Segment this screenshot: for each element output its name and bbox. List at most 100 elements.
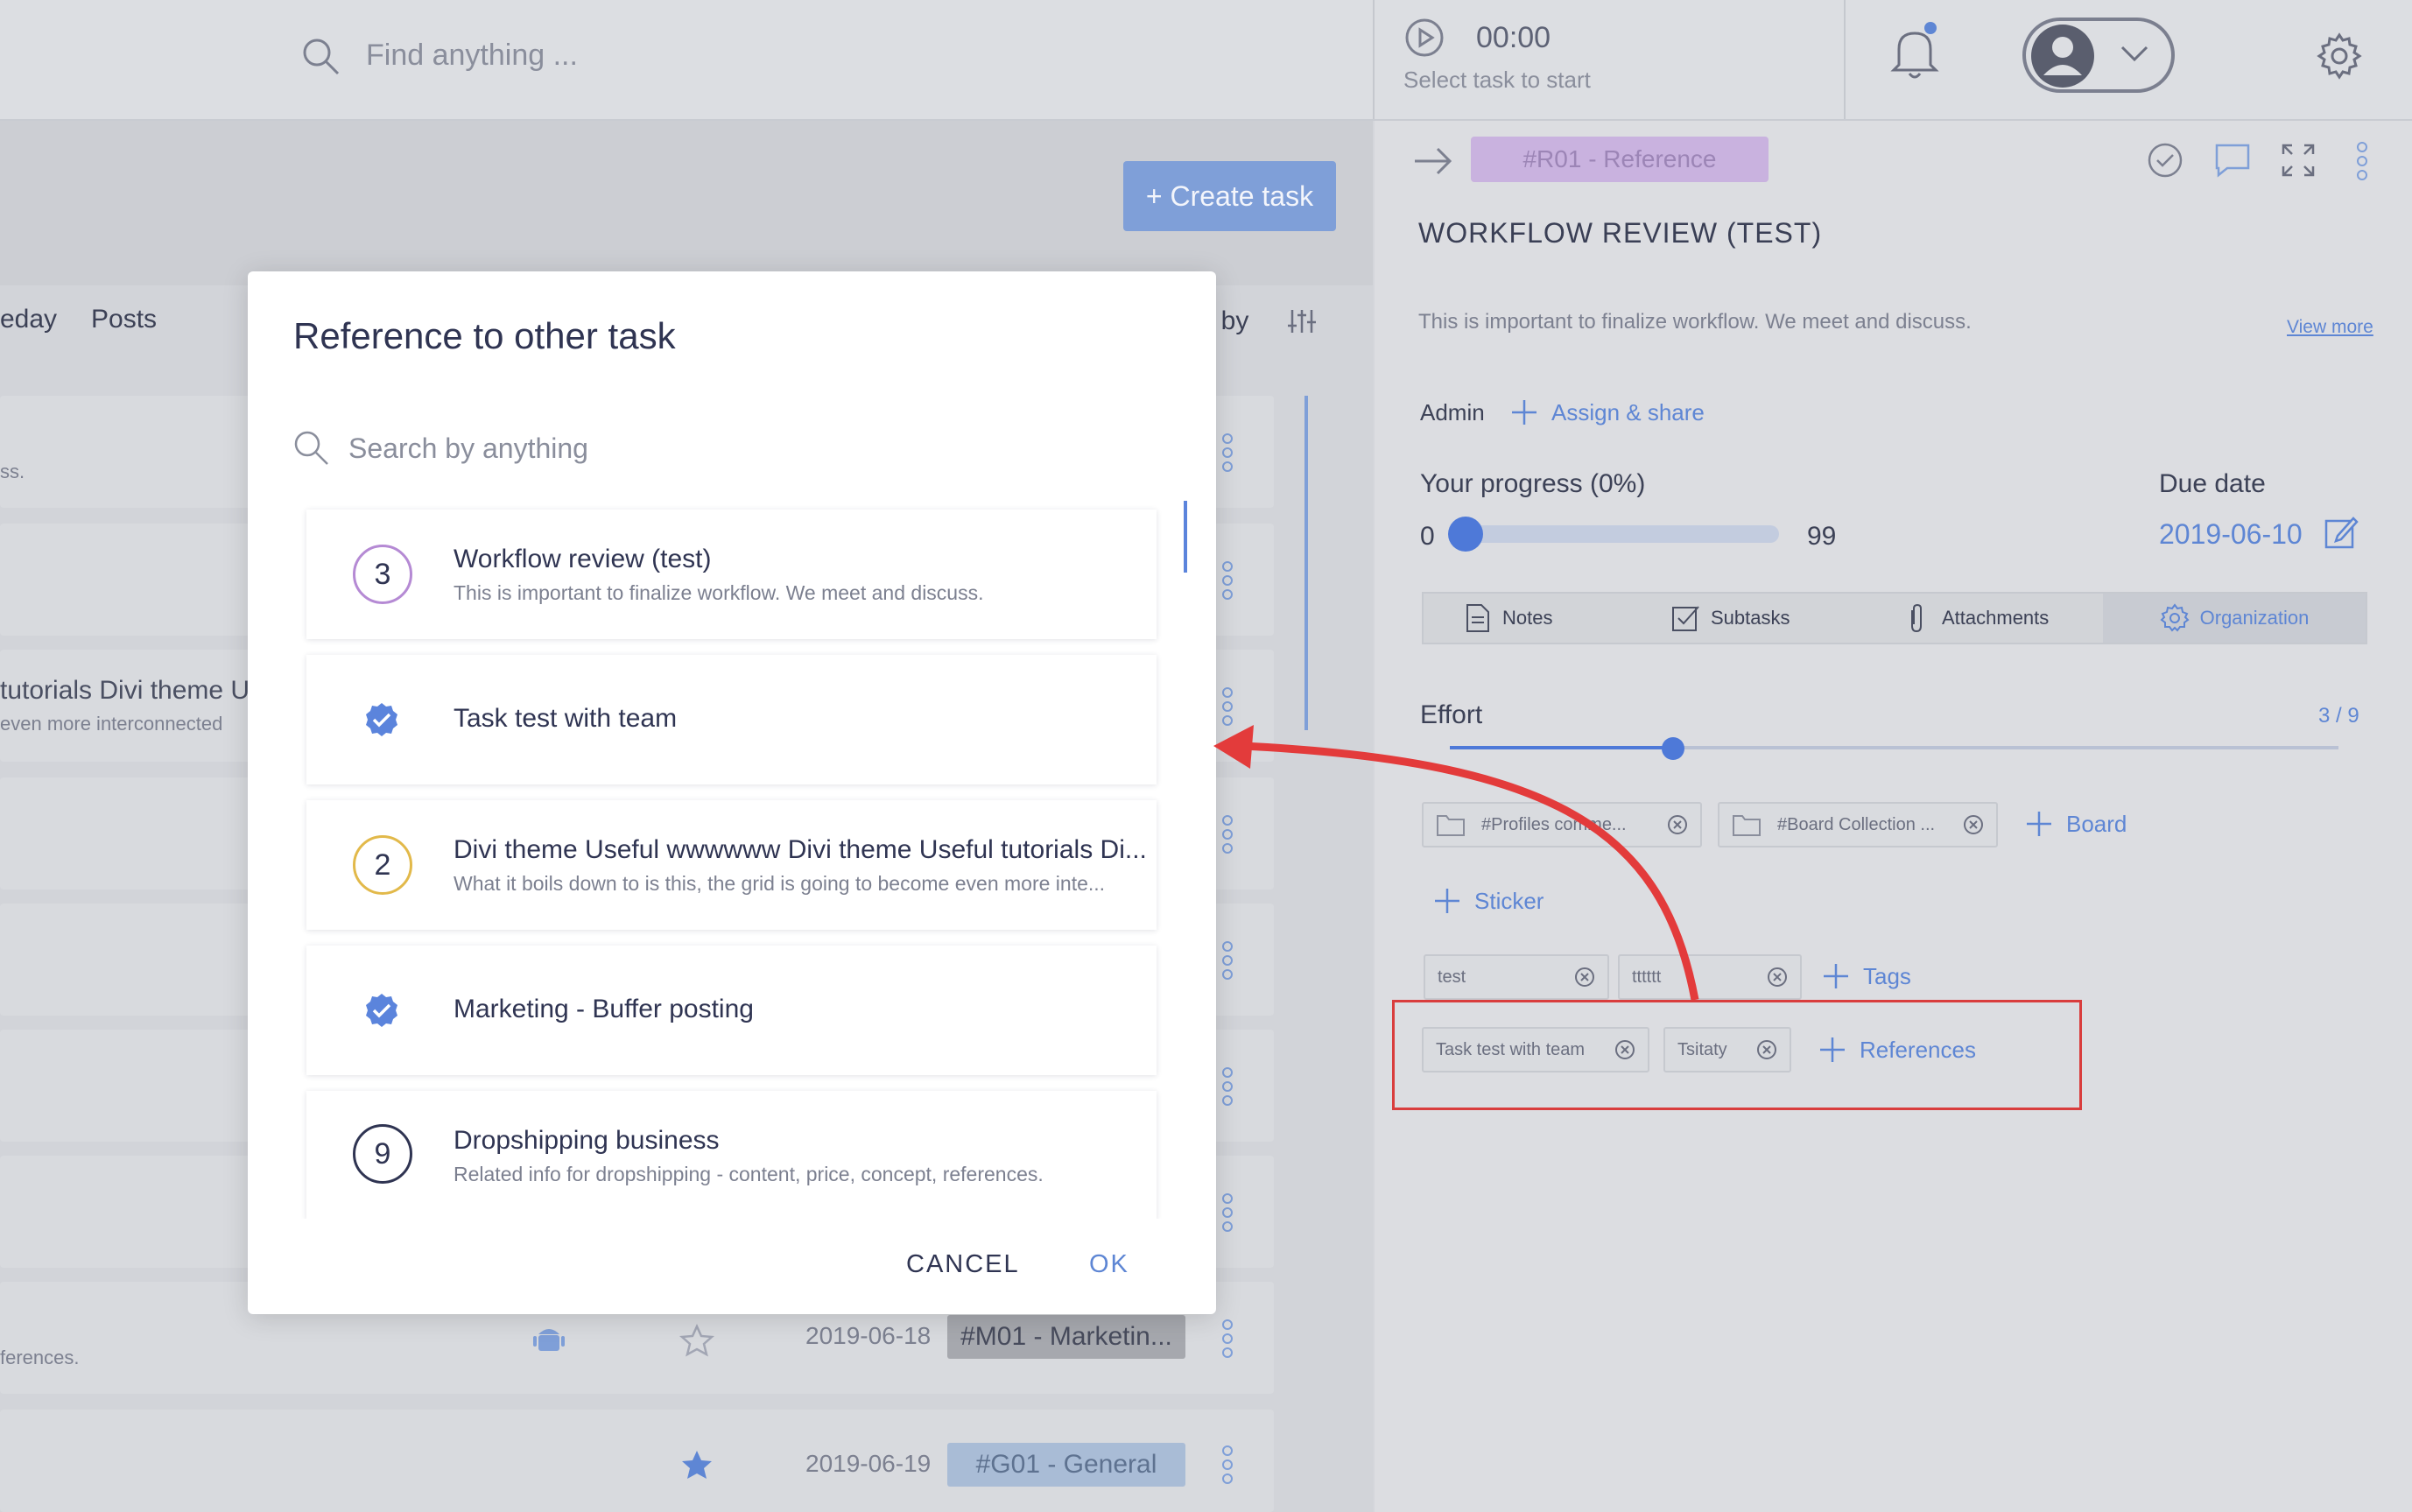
task-option-title: Divi theme Useful wwwwww Divi theme Usef… bbox=[454, 835, 1147, 864]
more-vertical-icon[interactable] bbox=[1221, 940, 1234, 981]
bell-icon[interactable] bbox=[1887, 19, 1944, 84]
task-option[interactable] bbox=[306, 800, 1157, 930]
chevron-down-icon[interactable] bbox=[2117, 40, 2152, 67]
ok-button[interactable]: OK bbox=[1089, 1250, 1129, 1279]
add-tags-button[interactable]: Tags bbox=[1821, 961, 1911, 991]
cancel-button[interactable]: CANCEL bbox=[906, 1250, 1020, 1279]
plus-icon[interactable] bbox=[1509, 397, 1539, 427]
paperclip-icon bbox=[1911, 603, 1922, 633]
task-option-title: Dropshipping business bbox=[454, 1126, 720, 1155]
add-board-button[interactable]: Board bbox=[2024, 809, 2127, 839]
add-label: Board bbox=[2066, 810, 2127, 837]
progress-label: Your progress (0%) bbox=[1420, 469, 1646, 498]
remove-icon[interactable] bbox=[1963, 814, 1984, 835]
task-title[interactable]: WORKFLOW REVIEW (TEST) bbox=[1418, 217, 1822, 250]
list-fade bbox=[248, 1219, 1216, 1236]
effort-circle: 2 bbox=[353, 835, 412, 895]
more-vertical-icon[interactable] bbox=[1221, 1445, 1234, 1485]
avatar[interactable] bbox=[2029, 23, 2096, 89]
effort-slider-handle[interactable] bbox=[1662, 737, 1684, 760]
dialog-title: Reference to other task bbox=[293, 315, 676, 356]
tag-chip[interactable]: tttttt bbox=[1618, 954, 1802, 1000]
tab-subtasks[interactable]: Subtasks bbox=[1670, 594, 1790, 643]
project-tag[interactable]: #G01 - General bbox=[947, 1443, 1185, 1487]
add-label: Tags bbox=[1863, 962, 1911, 989]
plus-icon bbox=[2027, 812, 2051, 836]
more-vertical-icon[interactable] bbox=[1221, 1192, 1234, 1233]
add-label: Sticker bbox=[1474, 887, 1544, 914]
star-outline-icon[interactable] bbox=[679, 1324, 714, 1357]
project-tag[interactable]: #M01 - Marketin... bbox=[947, 1315, 1185, 1359]
search-icon[interactable] bbox=[299, 35, 343, 79]
gear-icon[interactable] bbox=[2315, 32, 2364, 81]
tab-organization[interactable]: Organization bbox=[2103, 594, 2366, 643]
task-option-title: Marketing - Buffer posting bbox=[454, 995, 754, 1023]
effort-slider-fill bbox=[1450, 746, 1672, 749]
row-subtitle: even more interconnected bbox=[0, 713, 223, 735]
more-vertical-icon[interactable] bbox=[1221, 1319, 1234, 1359]
expand-icon[interactable] bbox=[2280, 142, 2317, 179]
divider bbox=[1373, 0, 1375, 119]
progress-slider[interactable] bbox=[1466, 525, 1779, 543]
tab-notes[interactable]: Notes bbox=[1462, 594, 1552, 643]
more-vertical-icon[interactable] bbox=[1221, 560, 1234, 601]
task-description: This is important to finalize workflow. … bbox=[1418, 310, 1972, 334]
row-title: tutorials Divi theme U bbox=[0, 676, 250, 705]
tab-attachments[interactable]: Attachments bbox=[1902, 594, 2049, 643]
view-more-link[interactable]: View more bbox=[2287, 317, 2373, 338]
check-circle-icon[interactable] bbox=[2147, 142, 2183, 179]
progress-slider-handle[interactable] bbox=[1448, 517, 1483, 552]
folder-icon bbox=[1733, 815, 1761, 836]
tab-someday[interactable]: eday bbox=[0, 305, 57, 334]
checkbox-icon bbox=[1672, 606, 1699, 631]
tab-posts[interactable]: Posts bbox=[91, 305, 157, 334]
effort-label: Effort bbox=[1420, 700, 1483, 729]
chip-label: #Profiles comme... bbox=[1481, 814, 1627, 834]
dialog-search-input[interactable]: Search by anything bbox=[348, 433, 588, 465]
more-vertical-icon[interactable] bbox=[1221, 433, 1234, 473]
more-vertical-icon[interactable] bbox=[2355, 140, 2369, 182]
play-icon[interactable] bbox=[1404, 18, 1445, 58]
star-filled-icon[interactable] bbox=[679, 1448, 714, 1481]
android-icon bbox=[533, 1329, 565, 1351]
more-vertical-icon[interactable] bbox=[1221, 686, 1234, 727]
board-chip[interactable]: #Board Collection ... bbox=[1718, 802, 1998, 847]
due-date-value[interactable]: 2019-06-10 bbox=[2159, 518, 2303, 551]
search-icon bbox=[294, 431, 328, 465]
project-badge[interactable]: #R01 - Reference bbox=[1471, 137, 1769, 182]
board-chip[interactable]: #Profiles comme... bbox=[1422, 802, 1702, 847]
task-option[interactable] bbox=[306, 510, 1157, 639]
check-filled-icon bbox=[366, 994, 397, 1027]
tab-label: Subtasks bbox=[1711, 607, 1790, 629]
timer-hint: Select task to start bbox=[1403, 67, 1591, 93]
row-subtitle: ferences. bbox=[0, 1347, 80, 1368]
task-option-subtitle: Related info for dropshipping - content,… bbox=[454, 1163, 1044, 1185]
effort-circle: 3 bbox=[353, 545, 412, 604]
chip-label: tttttt bbox=[1632, 967, 1662, 987]
remove-icon[interactable] bbox=[1667, 814, 1688, 835]
sort-icon[interactable] bbox=[1287, 306, 1317, 336]
progress-max: 99 bbox=[1807, 522, 1837, 551]
scrollbar[interactable] bbox=[1304, 396, 1308, 730]
chat-icon[interactable] bbox=[2213, 142, 2252, 179]
arrow-right-icon[interactable] bbox=[1413, 145, 1453, 177]
check-filled-icon bbox=[366, 703, 397, 736]
chip-label: test bbox=[1438, 967, 1466, 987]
assign-share-button[interactable]: Assign & share bbox=[1551, 399, 1705, 426]
add-sticker-button[interactable]: Sticker bbox=[1432, 886, 1544, 916]
more-vertical-icon[interactable] bbox=[1221, 1066, 1234, 1107]
create-task-button[interactable]: + Create task bbox=[1123, 161, 1336, 231]
tab-label: Notes bbox=[1502, 607, 1553, 629]
tag-chip[interactable]: test bbox=[1424, 954, 1609, 1000]
task-option[interactable] bbox=[306, 1091, 1157, 1220]
scrollbar[interactable] bbox=[1184, 501, 1187, 573]
document-icon bbox=[1466, 604, 1489, 632]
edit-icon[interactable] bbox=[2324, 515, 2359, 550]
remove-icon[interactable] bbox=[1767, 967, 1788, 988]
global-search-input[interactable]: Find anything ... bbox=[366, 39, 578, 73]
row-date: 2019-06-18 bbox=[805, 1322, 932, 1349]
remove-icon[interactable] bbox=[1574, 967, 1595, 988]
owner-label: Admin bbox=[1420, 399, 1485, 425]
effort-circle: 9 bbox=[353, 1124, 412, 1184]
more-vertical-icon[interactable] bbox=[1221, 814, 1234, 854]
